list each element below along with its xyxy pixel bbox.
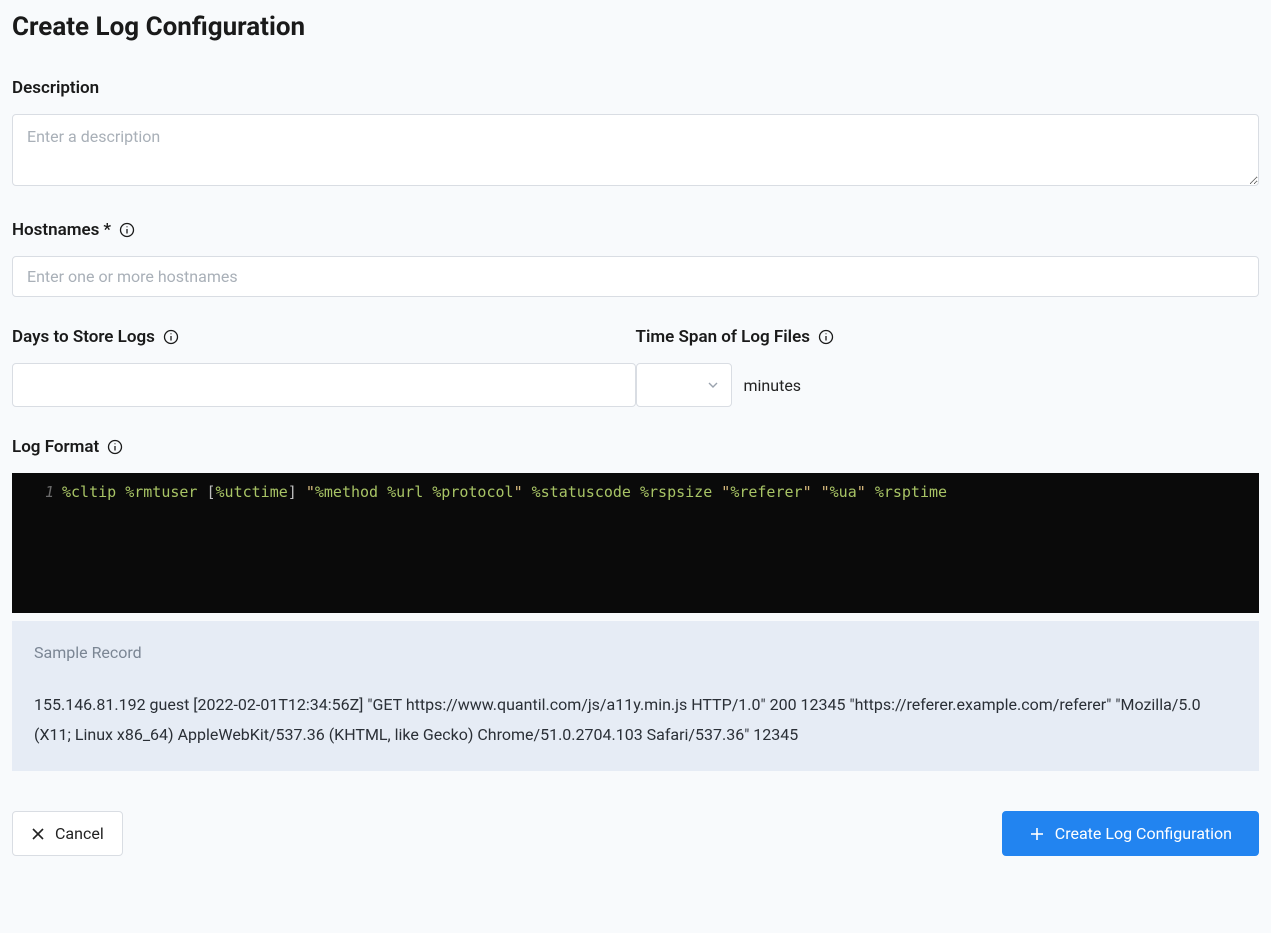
log-format-code: %cltip %rmtuser [%utctime] "%method %url…: [62, 483, 947, 603]
hostnames-input[interactable]: [12, 256, 1259, 297]
sample-record-title: Sample Record: [34, 643, 1237, 662]
time-span-select[interactable]: [636, 363, 732, 407]
create-button-label: Create Log Configuration: [1055, 824, 1232, 843]
days-to-store-label: Days to Store Logs: [12, 327, 155, 347]
cancel-button-label: Cancel: [55, 824, 104, 843]
time-span-label: Time Span of Log Files: [636, 327, 810, 347]
log-format-editor[interactable]: 1 %cltip %rmtuser [%utctime] "%method %u…: [12, 473, 1259, 613]
log-format-label: Log Format: [12, 437, 99, 457]
chevron-down-icon: [707, 379, 719, 391]
days-to-store-input[interactable]: [12, 363, 636, 407]
description-label: Description: [12, 78, 1259, 98]
description-input[interactable]: [12, 114, 1259, 186]
plus-icon: [1029, 826, 1045, 842]
line-number: 1: [12, 483, 62, 603]
required-indicator: *: [103, 220, 111, 240]
create-button[interactable]: Create Log Configuration: [1002, 811, 1259, 856]
page-title: Create Log Configuration: [12, 12, 1259, 42]
hostnames-label: Hostnames: [12, 220, 99, 240]
info-icon[interactable]: [119, 222, 135, 238]
info-icon[interactable]: [163, 329, 179, 345]
sample-record-box: Sample Record 155.146.81.192 guest [2022…: [12, 621, 1259, 771]
cancel-button[interactable]: Cancel: [12, 811, 123, 856]
info-icon[interactable]: [107, 439, 123, 455]
time-span-unit: minutes: [744, 376, 802, 395]
close-icon: [31, 827, 45, 841]
sample-record-text: 155.146.81.192 guest [2022-02-01T12:34:5…: [34, 690, 1237, 749]
info-icon[interactable]: [818, 329, 834, 345]
